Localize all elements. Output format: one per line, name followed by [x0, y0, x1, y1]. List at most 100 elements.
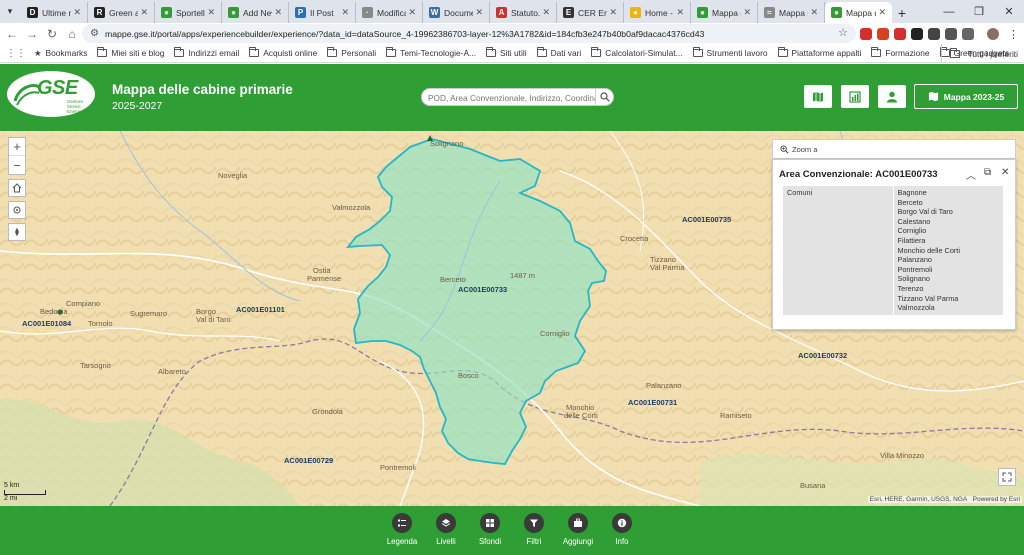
- comune-value: Pontremoli: [897, 264, 933, 274]
- dock-icon[interactable]: ⧉: [984, 167, 991, 178]
- statistics-button[interactable]: [841, 85, 869, 108]
- restore-icon[interactable]: ❐: [964, 0, 994, 23]
- browser-tab[interactable]: · Modifica ✕: [356, 2, 423, 23]
- close-tab-icon[interactable]: ✕: [140, 7, 148, 18]
- browser-tab[interactable]: ● Mappa de✕: [691, 2, 758, 23]
- area-code-label[interactable]: AC001E00735: [682, 215, 731, 224]
- legend-button[interactable]: Legenda: [377, 513, 427, 546]
- bookmark-folder[interactable]: Indirizzi email: [174, 47, 239, 58]
- bookmark-folder[interactable]: Siti utili: [486, 47, 527, 58]
- add-data-button[interactable]: Aggiungi: [553, 513, 603, 546]
- collapse-icon[interactable]: ︿: [966, 167, 976, 182]
- forward-icon[interactable]: →: [22, 24, 42, 44]
- browser-tab[interactable]: ● Sportello✕: [155, 2, 222, 23]
- close-popup-icon[interactable]: ✕: [1001, 167, 1009, 178]
- close-tab-icon[interactable]: ✕: [73, 7, 81, 18]
- extension-icon[interactable]: [894, 28, 906, 40]
- bookmark-folder[interactable]: Piattaforme appalti: [777, 47, 861, 58]
- close-tab-icon[interactable]: ✕: [341, 7, 349, 18]
- extension-icon[interactable]: [928, 28, 940, 40]
- close-window-icon[interactable]: ✕: [994, 0, 1024, 23]
- zoom-in-button[interactable]: +: [9, 138, 25, 156]
- tab-search-icon[interactable]: ▾: [2, 3, 18, 19]
- fullscreen-button[interactable]: [998, 468, 1016, 486]
- extension-icon[interactable]: [877, 28, 889, 40]
- bookmarks-manager[interactable]: ★ Bookmarks: [34, 48, 87, 58]
- bookmark-star-icon[interactable]: ☆: [838, 26, 848, 39]
- close-tab-icon[interactable]: ✕: [878, 7, 886, 18]
- home-icon[interactable]: ⌂: [62, 24, 82, 44]
- extension-icon[interactable]: [860, 28, 872, 40]
- place-label: 1487 m: [510, 271, 536, 280]
- browser-tab[interactable]: W Documen✕: [423, 2, 490, 23]
- close-tab-icon[interactable]: ✕: [475, 7, 483, 18]
- area-code-label[interactable]: AC001E01084: [22, 319, 71, 328]
- extension-icon[interactable]: [911, 28, 923, 40]
- zoom-to-button[interactable]: Zoom a: [772, 139, 1016, 159]
- extension-icon[interactable]: [962, 28, 974, 40]
- browser-tab[interactable]: ● Add New✕: [222, 2, 289, 23]
- profile-avatar[interactable]: [987, 28, 999, 40]
- browser-tab[interactable]: ● Home - C✕: [624, 2, 691, 23]
- close-tab-icon[interactable]: ✕: [810, 7, 818, 18]
- bookmark-folder[interactable]: Strumenti lavoro: [692, 47, 768, 58]
- area-code-label[interactable]: AC001E00732: [798, 351, 847, 360]
- area-code-label[interactable]: AC001E00731: [628, 398, 677, 407]
- area-code-label[interactable]: AC001E00729: [284, 456, 333, 465]
- place-label: delle Corti: [564, 411, 598, 420]
- reload-icon[interactable]: ↻: [42, 24, 62, 44]
- bookmark-folder[interactable]: Formazione: [871, 47, 930, 58]
- browser-tab[interactable]: A Statuto.p✕: [490, 2, 557, 23]
- tab-label: Il Post: [310, 7, 334, 18]
- close-tab-icon[interactable]: ✕: [542, 7, 550, 18]
- close-tab-icon[interactable]: ✕: [274, 7, 282, 18]
- browser-tab[interactable]: ≈ Mappa int✕: [758, 2, 825, 23]
- apps-grid-icon[interactable]: ⋮⋮: [6, 48, 26, 59]
- bookmark-folder[interactable]: Dati vari: [536, 47, 581, 58]
- browser-menu-icon[interactable]: ⋮: [1008, 28, 1019, 41]
- site-icon: ●: [630, 7, 641, 18]
- basemaps-button[interactable]: Sfondi: [465, 513, 515, 546]
- all-bookmarks[interactable]: Tutti i preferiti: [940, 44, 1018, 63]
- area-code-label[interactable]: AC001E01101: [236, 305, 285, 314]
- back-icon[interactable]: ←: [2, 24, 22, 44]
- info-button[interactable]: Info: [597, 513, 647, 546]
- map-view-button[interactable]: [804, 85, 832, 108]
- site-info-icon[interactable]: ⚙: [90, 28, 99, 39]
- close-tab-icon[interactable]: ✕: [743, 7, 751, 18]
- bookmark-folder[interactable]: Personali: [327, 47, 376, 58]
- user-button[interactable]: [878, 85, 906, 108]
- search-icon[interactable]: [595, 88, 613, 106]
- layers-button[interactable]: Livelli: [421, 513, 471, 546]
- bookmark-folder[interactable]: Acquisti online: [249, 47, 317, 58]
- folder-icon: [949, 47, 960, 58]
- minimize-icon[interactable]: —: [934, 0, 964, 23]
- bookmark-folder[interactable]: Miei siti e blog: [97, 47, 164, 58]
- search-input[interactable]: [428, 91, 596, 104]
- compass-button[interactable]: [8, 223, 26, 241]
- new-tab-button[interactable]: +: [892, 2, 912, 23]
- close-tab-icon[interactable]: ✕: [676, 7, 684, 18]
- close-tab-icon[interactable]: ✕: [609, 7, 617, 18]
- mappa-2023-25-button[interactable]: Mappa 2023-25: [914, 84, 1018, 109]
- extensions-area: ⋮: [860, 26, 1019, 42]
- bookmark-folder[interactable]: Temi-Tecnologie-A...: [386, 47, 476, 58]
- close-tab-icon[interactable]: ✕: [207, 7, 215, 18]
- browser-tab[interactable]: P Il Post ✕: [289, 2, 356, 23]
- zoom-out-button[interactable]: −: [9, 156, 25, 174]
- gse-logo[interactable]: GSE Gestore Servizi Energetici: [7, 71, 95, 117]
- folder-icon: [871, 47, 882, 57]
- home-extent-button[interactable]: [8, 179, 26, 197]
- address-bar[interactable]: ⚙ mappe.gse.it/portal/apps/experiencebui…: [82, 24, 856, 43]
- locate-button[interactable]: [8, 201, 26, 219]
- browser-tab[interactable]: D Ultime no✕: [21, 2, 88, 23]
- filters-button[interactable]: Filtri: [509, 513, 559, 546]
- browser-tab[interactable]: E CER Enpa✕: [557, 2, 624, 23]
- browser-tab[interactable]: ● Mappa de✕: [825, 2, 892, 23]
- extension-icon[interactable]: [945, 28, 957, 40]
- browser-tab[interactable]: R Green and✕: [88, 2, 155, 23]
- bookmark-folder[interactable]: Calcolatori-Simulat...: [591, 47, 683, 58]
- close-tab-icon[interactable]: ✕: [408, 7, 416, 18]
- powered-by-esri[interactable]: Powered by Esri: [973, 496, 1020, 503]
- area-code-label[interactable]: AC001E00733: [458, 285, 507, 294]
